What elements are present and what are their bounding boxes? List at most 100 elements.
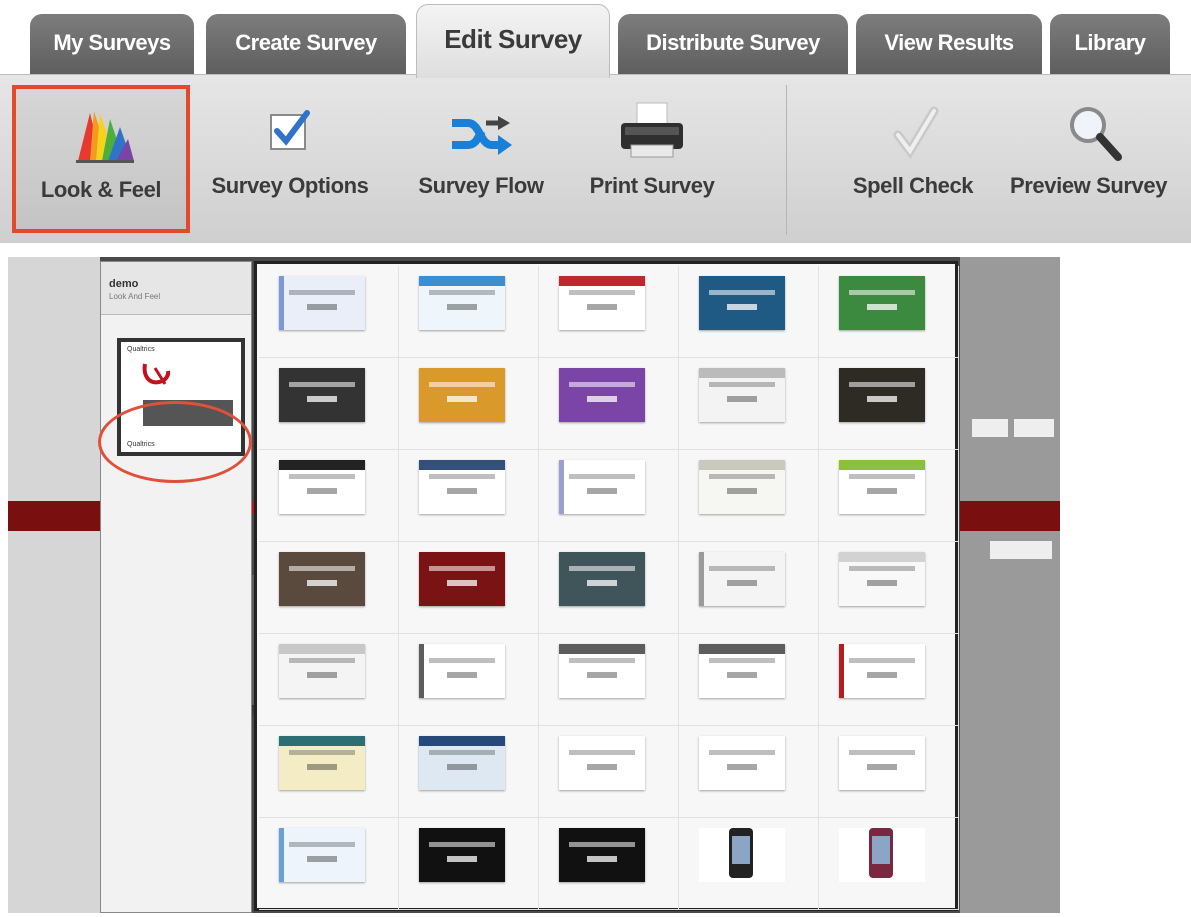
theme-question-line — [709, 474, 775, 479]
theme-tile[interactable] — [679, 818, 819, 910]
theme-thumbnail — [279, 552, 365, 606]
theme-tile[interactable] — [399, 726, 539, 818]
theme-button-preview — [727, 304, 757, 310]
theme-button-preview — [447, 764, 477, 770]
theme-tile[interactable] — [679, 358, 819, 450]
survey-options-button[interactable]: Survey Options — [200, 89, 380, 225]
theme-accent-strip — [419, 736, 505, 746]
theme-question-line — [429, 382, 495, 387]
theme-thumbnail — [419, 828, 505, 882]
theme-button-preview — [307, 304, 337, 310]
theme-thumbnail — [559, 644, 645, 698]
theme-tile[interactable] — [679, 634, 819, 726]
theme-thumbnail — [699, 276, 785, 330]
theme-tile[interactable] — [819, 358, 959, 450]
theme-tile[interactable] — [259, 634, 399, 726]
print-survey-button[interactable]: Print Survey — [576, 89, 728, 225]
theme-tile[interactable] — [679, 450, 819, 542]
theme-tile[interactable] — [819, 726, 959, 818]
theme-question-line — [569, 290, 635, 295]
theme-tile[interactable] — [399, 634, 539, 726]
theme-button-preview — [447, 488, 477, 494]
theme-thumbnail — [839, 736, 925, 790]
theme-tile[interactable] — [819, 634, 959, 726]
theme-tile[interactable] — [679, 266, 819, 358]
theme-accent-strip — [699, 644, 785, 654]
theme-button-preview — [727, 764, 757, 770]
theme-button-preview — [867, 672, 897, 678]
phone-screen — [732, 836, 750, 864]
theme-question-line — [849, 290, 915, 295]
theme-tile[interactable] — [539, 542, 679, 634]
theme-tile[interactable] — [259, 358, 399, 450]
color-fan-icon — [76, 111, 134, 163]
theme-thumbnail — [699, 736, 785, 790]
tab-view-results[interactable]: View Results — [856, 14, 1042, 76]
theme-tile[interactable] — [399, 818, 539, 910]
background-chip — [990, 541, 1052, 559]
theme-tile[interactable] — [679, 542, 819, 634]
tab-create-survey[interactable]: Create Survey — [206, 14, 406, 76]
print-survey-label: Print Survey — [589, 173, 715, 198]
tab-my-surveys[interactable]: My Surveys — [30, 14, 194, 76]
survey-flow-button[interactable]: Survey Flow — [406, 89, 556, 225]
theme-button-preview — [307, 580, 337, 586]
theme-tile[interactable] — [819, 450, 959, 542]
tab-library[interactable]: Library — [1050, 14, 1170, 76]
theme-tile[interactable] — [819, 266, 959, 358]
theme-thumbnail — [419, 736, 505, 790]
theme-thumbnail — [419, 276, 505, 330]
theme-thumbnail — [279, 276, 365, 330]
tab-edit-survey[interactable]: Edit Survey — [416, 4, 610, 78]
theme-tile[interactable] — [819, 818, 959, 910]
theme-tile[interactable] — [399, 358, 539, 450]
theme-button-preview — [447, 304, 477, 310]
theme-accent-strip — [279, 644, 365, 654]
theme-button-preview — [587, 304, 617, 310]
theme-tile[interactable] — [259, 542, 399, 634]
theme-accent-strip — [279, 276, 284, 330]
theme-thumbnail — [839, 276, 925, 330]
look-and-feel-label: Look & Feel — [40, 177, 162, 202]
theme-button-preview — [727, 396, 757, 402]
theme-accent-strip — [699, 368, 785, 378]
theme-tile[interactable] — [539, 726, 679, 818]
theme-tile[interactable] — [399, 450, 539, 542]
theme-tile[interactable] — [539, 266, 679, 358]
theme-accent-strip — [559, 736, 564, 790]
theme-question-line — [429, 474, 495, 479]
theme-thumbnail — [839, 828, 925, 882]
theme-thumbnail — [699, 552, 785, 606]
theme-question-line — [849, 566, 915, 571]
tab-distribute-survey[interactable]: Distribute Survey — [618, 14, 848, 76]
theme-grid — [259, 266, 959, 910]
theme-button-preview — [867, 764, 897, 770]
theme-button-preview — [587, 396, 617, 402]
theme-question-line — [429, 658, 495, 663]
spell-check-button[interactable]: Spell Check — [838, 89, 988, 225]
theme-accent-strip — [559, 644, 645, 654]
preview-survey-button[interactable]: Preview Survey — [1010, 89, 1191, 225]
theme-tile[interactable] — [819, 542, 959, 634]
theme-button-preview — [447, 580, 477, 586]
theme-question-line — [849, 750, 915, 755]
checkbox-icon — [270, 110, 310, 150]
look-and-feel-button[interactable]: Look & Feel — [12, 85, 190, 233]
theme-tile[interactable] — [679, 726, 819, 818]
theme-question-line — [289, 842, 355, 847]
theme-tile[interactable] — [259, 266, 399, 358]
theme-question-line — [289, 290, 355, 295]
theme-tile[interactable] — [399, 266, 539, 358]
theme-tile[interactable] — [259, 818, 399, 910]
theme-tile[interactable] — [399, 542, 539, 634]
theme-tile[interactable] — [539, 818, 679, 910]
background-red-band — [960, 501, 1060, 531]
phone-screen — [872, 836, 890, 864]
theme-tile[interactable] — [259, 450, 399, 542]
theme-question-line — [569, 474, 635, 479]
theme-accent-strip — [419, 460, 505, 470]
theme-tile[interactable] — [539, 358, 679, 450]
theme-tile[interactable] — [539, 634, 679, 726]
theme-tile[interactable] — [539, 450, 679, 542]
theme-tile[interactable] — [259, 726, 399, 818]
